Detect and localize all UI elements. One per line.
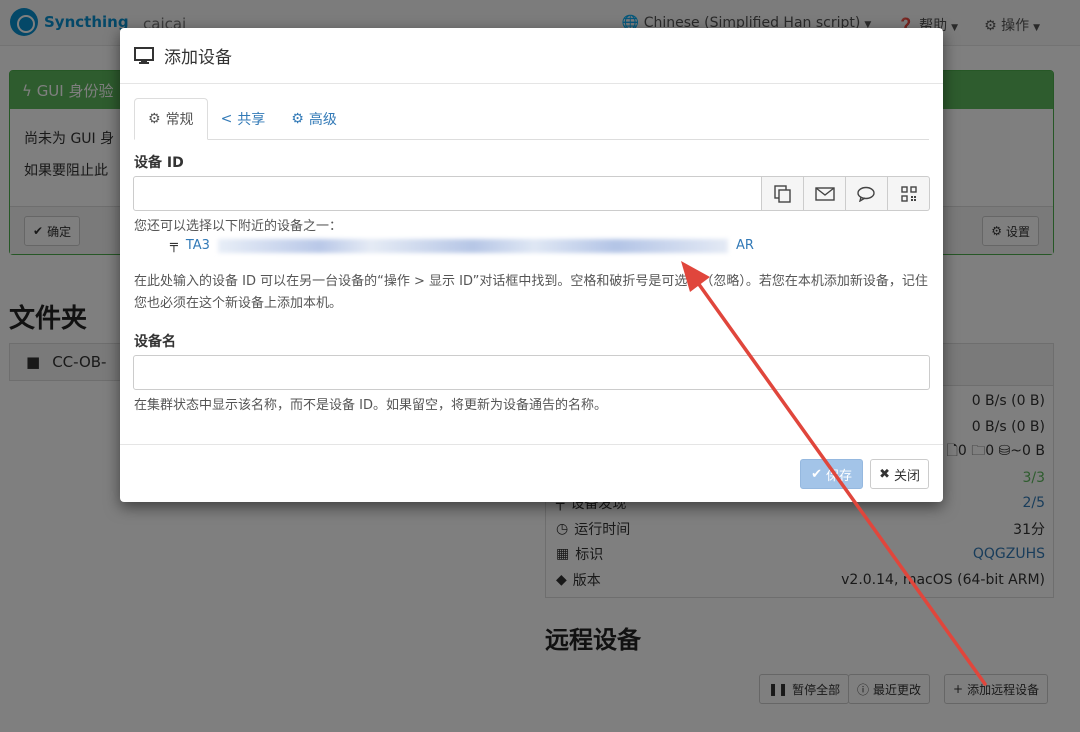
annotation-arrow-icon: [681, 261, 987, 686]
